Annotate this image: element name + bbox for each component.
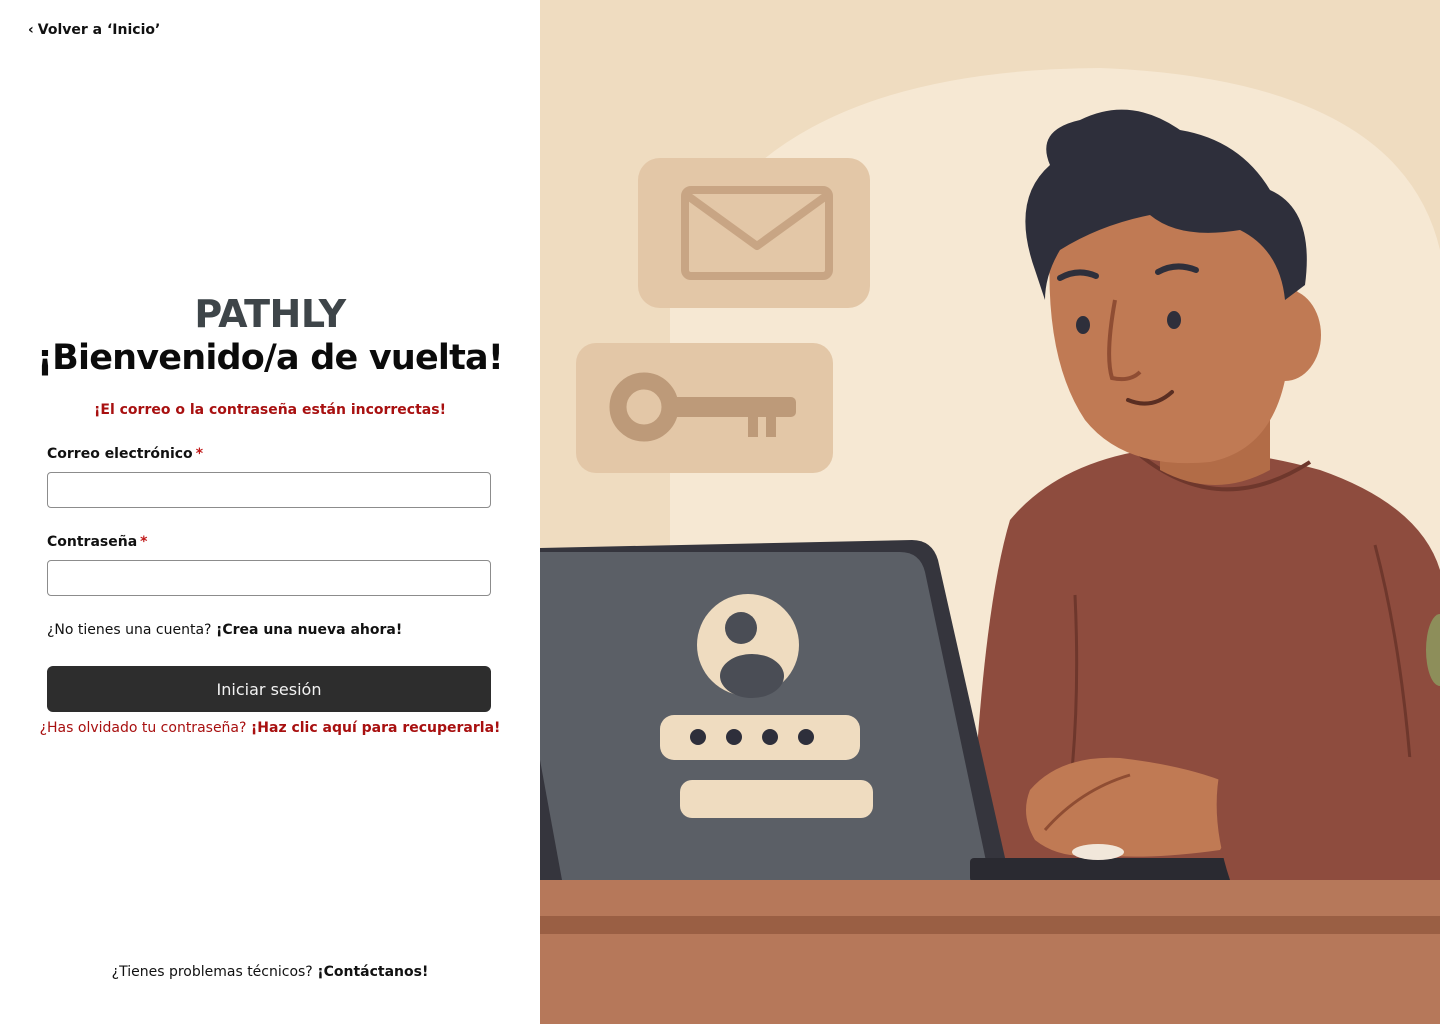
support-prompt-text: ¿Tienes problemas técnicos?	[111, 964, 313, 980]
signup-prompt-text: ¿No tienes una cuenta?	[47, 622, 212, 638]
login-illustration	[540, 0, 1440, 1024]
screen-button-shape	[680, 780, 873, 818]
forgot-prompt-text: ¿Has olvidado tu contraseña?	[39, 720, 247, 736]
envelope-icon	[638, 158, 870, 308]
back-to-home-link[interactable]: ‹ Volver a ‘Inicio’	[28, 22, 160, 38]
login-error-message: ¡El correo o la contraseña están incorre…	[94, 402, 446, 418]
email-input[interactable]	[47, 472, 491, 508]
email-label-text: Correo electrónico	[47, 446, 193, 462]
chevron-left-icon: ‹	[28, 22, 34, 38]
create-account-link[interactable]: ¡Crea una nueva ahora!	[216, 622, 402, 638]
recover-password-link[interactable]: ¡Haz clic aquí para recuperarla!	[251, 720, 501, 736]
password-label: Contraseña *	[47, 534, 147, 550]
login-panel: ‹ Volver a ‘Inicio’ PATHLY ¡Bienvenido/a…	[0, 0, 540, 1024]
support-prompt: ¿Tienes problemas técnicos? ¡Contáctanos…	[0, 964, 540, 980]
back-link-label: Volver a ‘Inicio’	[37, 22, 161, 38]
screen-password-field	[660, 715, 860, 760]
page-title: ¡Bienvenido/a de vuelta!	[37, 338, 504, 378]
email-label: Correo electrónico *	[47, 446, 203, 462]
desk	[540, 880, 1440, 1024]
signup-prompt: ¿No tienes una cuenta? ¡Crea una nueva a…	[47, 622, 402, 638]
key-icon	[576, 343, 833, 473]
required-mark: *	[140, 534, 148, 550]
person-sleeve	[1216, 754, 1440, 880]
required-mark: *	[195, 446, 204, 462]
password-input[interactable]	[47, 560, 491, 596]
brand-logo: PATHLY	[194, 292, 346, 336]
login-button[interactable]: Iniciar sesión	[47, 666, 491, 712]
forgot-password-prompt: ¿Has olvidado tu contraseña? ¡Haz clic a…	[0, 720, 540, 736]
hero-illustration	[540, 0, 1440, 1024]
password-label-text: Contraseña	[47, 534, 138, 550]
contact-us-link[interactable]: ¡Contáctanos!	[317, 964, 428, 980]
